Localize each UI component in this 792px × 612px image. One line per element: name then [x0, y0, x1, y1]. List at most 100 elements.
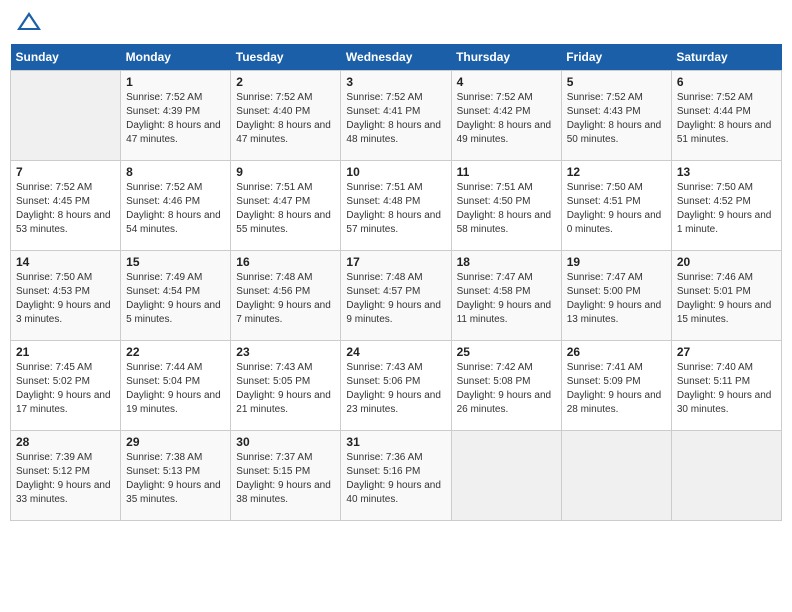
day-number: 3 — [346, 75, 445, 89]
day-info: Sunrise: 7:52 AMSunset: 4:44 PMDaylight:… — [677, 91, 776, 147]
day-number: 31 — [346, 435, 445, 449]
week-row-2: 14 Sunrise: 7:50 AMSunset: 4:53 PMDayligh… — [11, 251, 782, 341]
day-info: Sunrise: 7:42 AMSunset: 5:08 PMDaylight:… — [457, 361, 556, 417]
calendar-cell: 27Sunrise: 7:40 AMSunset: 5:11 PMDayligh… — [671, 341, 781, 431]
day-number: 1 — [126, 75, 225, 89]
calendar-cell: 10 Sunrise: 7:51 AMSunset: 4:48 PMDayligh… — [341, 161, 451, 251]
day-info: Sunrise: 7:52 AMSunset: 4:43 PMDaylight:… — [567, 91, 666, 147]
day-number: 11 — [457, 165, 556, 179]
day-number: 6 — [677, 75, 776, 89]
day-info: Sunrise: 7:47 AMSunset: 5:00 PMDaylight:… — [567, 271, 666, 327]
day-info: Sunrise: 7:50 AMSunset: 4:51 PMDaylight:… — [567, 181, 666, 237]
calendar-cell: 15 Sunrise: 7:49 AMSunset: 4:54 PMDayligh… — [121, 251, 231, 341]
calendar-cell: 12 Sunrise: 7:50 AMSunset: 4:51 PMDayligh… — [561, 161, 671, 251]
day-number: 22 — [126, 345, 225, 359]
calendar-cell: 2 Sunrise: 7:52 AMSunset: 4:40 PMDaylight… — [231, 71, 341, 161]
header-day-monday: Monday — [121, 44, 231, 71]
day-number: 17 — [346, 255, 445, 269]
calendar-cell: 1 Sunrise: 7:52 AMSunset: 4:39 PMDaylight… — [121, 71, 231, 161]
calendar-cell: 25Sunrise: 7:42 AMSunset: 5:08 PMDayligh… — [451, 341, 561, 431]
calendar-cell: 17Sunrise: 7:48 AMSunset: 4:57 PMDayligh… — [341, 251, 451, 341]
day-info: Sunrise: 7:40 AMSunset: 5:11 PMDaylight:… — [677, 361, 776, 417]
day-info: Sunrise: 7:37 AMSunset: 5:15 PMDaylight:… — [236, 451, 335, 507]
calendar-cell: 22 Sunrise: 7:44 AMSunset: 5:04 PMDayligh… — [121, 341, 231, 431]
day-info: Sunrise: 7:46 AMSunset: 5:01 PMDaylight:… — [677, 271, 776, 327]
calendar-cell: 20Sunrise: 7:46 AMSunset: 5:01 PMDayligh… — [671, 251, 781, 341]
day-info: Sunrise: 7:52 AMSunset: 4:46 PMDaylight:… — [126, 181, 225, 237]
day-number: 7 — [16, 165, 115, 179]
calendar-body: 1 Sunrise: 7:52 AMSunset: 4:39 PMDaylight… — [11, 71, 782, 521]
calendar-cell: 9 Sunrise: 7:51 AMSunset: 4:47 PMDaylight… — [231, 161, 341, 251]
day-number: 18 — [457, 255, 556, 269]
day-number: 21 — [16, 345, 115, 359]
calendar-cell — [451, 431, 561, 521]
day-info: Sunrise: 7:43 AMSunset: 5:05 PMDaylight:… — [236, 361, 335, 417]
day-info: Sunrise: 7:50 AMSunset: 4:52 PMDaylight:… — [677, 181, 776, 237]
calendar-cell: 7Sunrise: 7:52 AMSunset: 4:45 PMDaylight… — [11, 161, 121, 251]
day-number: 23 — [236, 345, 335, 359]
calendar-header: SundayMondayTuesdayWednesdayThursdayFrid… — [11, 44, 782, 71]
day-info: Sunrise: 7:51 AMSunset: 4:47 PMDaylight:… — [236, 181, 335, 237]
day-number: 10 — [346, 165, 445, 179]
day-number: 15 — [126, 255, 225, 269]
week-row-1: 7Sunrise: 7:52 AMSunset: 4:45 PMDaylight… — [11, 161, 782, 251]
calendar-cell: 3 Sunrise: 7:52 AMSunset: 4:41 PMDaylight… — [341, 71, 451, 161]
calendar-cell: 30Sunrise: 7:37 AMSunset: 5:15 PMDayligh… — [231, 431, 341, 521]
calendar-cell: 29Sunrise: 7:38 AMSunset: 5:13 PMDayligh… — [121, 431, 231, 521]
day-info: Sunrise: 7:47 AMSunset: 4:58 PMDaylight:… — [457, 271, 556, 327]
day-info: Sunrise: 7:44 AMSunset: 5:04 PMDaylight:… — [126, 361, 225, 417]
calendar-cell: 26 Sunrise: 7:41 AMSunset: 5:09 PMDayligh… — [561, 341, 671, 431]
page-header — [10, 10, 782, 34]
day-number: 5 — [567, 75, 666, 89]
day-info: Sunrise: 7:36 AMSunset: 5:16 PMDaylight:… — [346, 451, 445, 507]
header-day-wednesday: Wednesday — [341, 44, 451, 71]
day-info: Sunrise: 7:51 AMSunset: 4:50 PMDaylight:… — [457, 181, 556, 237]
week-row-3: 21 Sunrise: 7:45 AMSunset: 5:02 PMDayligh… — [11, 341, 782, 431]
day-number: 14 — [16, 255, 115, 269]
day-info: Sunrise: 7:52 AMSunset: 4:39 PMDaylight:… — [126, 91, 225, 147]
day-info: Sunrise: 7:52 AMSunset: 4:40 PMDaylight:… — [236, 91, 335, 147]
day-number: 28 — [16, 435, 115, 449]
logo — [15, 10, 47, 34]
day-info: Sunrise: 7:50 AMSunset: 4:53 PMDaylight:… — [16, 271, 115, 327]
header-row: SundayMondayTuesdayWednesdayThursdayFrid… — [11, 44, 782, 71]
day-number: 24 — [346, 345, 445, 359]
calendar-cell: 16 Sunrise: 7:48 AMSunset: 4:56 PMDayligh… — [231, 251, 341, 341]
day-number: 26 — [567, 345, 666, 359]
day-number: 2 — [236, 75, 335, 89]
day-info: Sunrise: 7:45 AMSunset: 5:02 PMDaylight:… — [16, 361, 115, 417]
day-number: 9 — [236, 165, 335, 179]
calendar-cell: 14 Sunrise: 7:50 AMSunset: 4:53 PMDayligh… — [11, 251, 121, 341]
day-info: Sunrise: 7:39 AMSunset: 5:12 PMDaylight:… — [16, 451, 115, 507]
day-info: Sunrise: 7:49 AMSunset: 4:54 PMDaylight:… — [126, 271, 225, 327]
day-number: 12 — [567, 165, 666, 179]
calendar-cell: 21 Sunrise: 7:45 AMSunset: 5:02 PMDayligh… — [11, 341, 121, 431]
header-day-thursday: Thursday — [451, 44, 561, 71]
day-number: 4 — [457, 75, 556, 89]
header-day-friday: Friday — [561, 44, 671, 71]
calendar-cell: 31 Sunrise: 7:36 AMSunset: 5:16 PMDayligh… — [341, 431, 451, 521]
day-number: 16 — [236, 255, 335, 269]
calendar-cell: 18 Sunrise: 7:47 AMSunset: 4:58 PMDayligh… — [451, 251, 561, 341]
calendar-cell — [561, 431, 671, 521]
calendar-cell — [11, 71, 121, 161]
header-day-sunday: Sunday — [11, 44, 121, 71]
day-number: 8 — [126, 165, 225, 179]
day-info: Sunrise: 7:52 AMSunset: 4:41 PMDaylight:… — [346, 91, 445, 147]
calendar-cell: 6 Sunrise: 7:52 AMSunset: 4:44 PMDaylight… — [671, 71, 781, 161]
calendar-cell: 11 Sunrise: 7:51 AMSunset: 4:50 PMDayligh… — [451, 161, 561, 251]
calendar-cell: 8 Sunrise: 7:52 AMSunset: 4:46 PMDaylight… — [121, 161, 231, 251]
calendar-cell: 13Sunrise: 7:50 AMSunset: 4:52 PMDayligh… — [671, 161, 781, 251]
calendar-cell — [671, 431, 781, 521]
day-info: Sunrise: 7:52 AMSunset: 4:42 PMDaylight:… — [457, 91, 556, 147]
calendar-cell: 24 Sunrise: 7:43 AMSunset: 5:06 PMDayligh… — [341, 341, 451, 431]
header-day-tuesday: Tuesday — [231, 44, 341, 71]
calendar-cell: 19Sunrise: 7:47 AMSunset: 5:00 PMDayligh… — [561, 251, 671, 341]
day-info: Sunrise: 7:51 AMSunset: 4:48 PMDaylight:… — [346, 181, 445, 237]
logo-icon — [15, 10, 43, 34]
day-info: Sunrise: 7:41 AMSunset: 5:09 PMDaylight:… — [567, 361, 666, 417]
day-info: Sunrise: 7:48 AMSunset: 4:56 PMDaylight:… — [236, 271, 335, 327]
calendar-cell: 5 Sunrise: 7:52 AMSunset: 4:43 PMDaylight… — [561, 71, 671, 161]
calendar-cell: 28 Sunrise: 7:39 AMSunset: 5:12 PMDayligh… — [11, 431, 121, 521]
day-info: Sunrise: 7:43 AMSunset: 5:06 PMDaylight:… — [346, 361, 445, 417]
